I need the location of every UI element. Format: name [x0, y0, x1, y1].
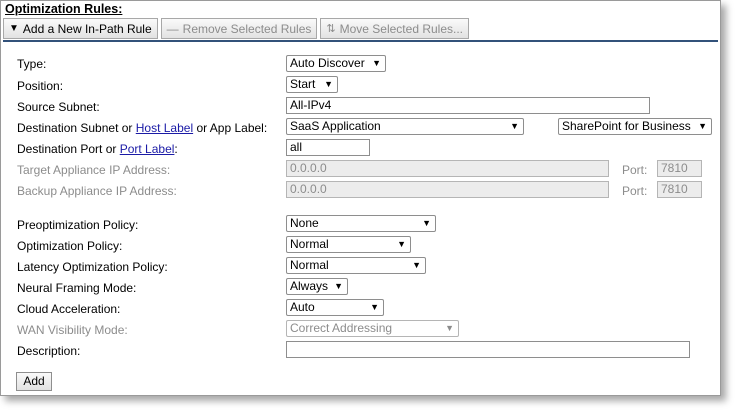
chevron-down-icon: ▼ [422, 218, 431, 228]
backup-port-label: Port: [622, 184, 648, 198]
optimization-policy-select[interactable]: Normal ▼ [286, 236, 411, 253]
neural-framing-mode-select[interactable]: Always ▼ [286, 278, 348, 295]
neural-framing-mode-value: Always [290, 279, 329, 293]
host-label-link[interactable]: Host Label [136, 121, 193, 135]
move-rules-label: Move Selected Rules... [339, 21, 464, 36]
chevron-down-icon: ▼ [324, 79, 333, 89]
destination-port-suffix: : [174, 142, 178, 156]
destination-subnet-middle: or App Label: [193, 121, 268, 135]
wan-visibility-mode-label: WAN Visibility Mode: [17, 323, 128, 337]
backup-port-input[interactable]: 7810 [657, 181, 702, 198]
move-rules-button[interactable]: ⇅ Move Selected Rules... [320, 18, 470, 39]
target-appliance-ip-input[interactable]: 0.0.0.0 [286, 160, 609, 177]
optimization-policy-label: Optimization Policy: [17, 239, 123, 253]
cloud-acceleration-select[interactable]: Auto ▼ [286, 299, 384, 316]
type-value: Auto Discover [290, 56, 365, 70]
triangle-down-icon: ▼ [9, 23, 19, 34]
optimization-rules-panel: Optimization Rules: ▼ Add a New In-Path … [0, 0, 721, 396]
wan-visibility-mode-value: Correct Addressing [290, 321, 393, 335]
app-label-value: SharePoint for Business [562, 119, 691, 133]
panel-title: Optimization Rules: [5, 2, 123, 16]
chevron-down-icon: ▼ [397, 239, 406, 249]
preoptimization-policy-value: None [290, 216, 319, 230]
source-subnet-label: Source Subnet: [17, 100, 100, 114]
description-input[interactable] [286, 341, 690, 358]
move-arrows-icon: ⇅ [326, 23, 336, 35]
latency-optimization-policy-select[interactable]: Normal ▼ [286, 257, 426, 274]
source-subnet-input[interactable]: All-IPv4 [286, 97, 650, 114]
position-select[interactable]: Start ▼ [286, 76, 338, 93]
destination-port-input[interactable]: all [286, 139, 370, 156]
preoptimization-policy-select[interactable]: None ▼ [286, 215, 436, 232]
add-button[interactable]: Add [16, 372, 52, 391]
cloud-acceleration-label: Cloud Acceleration: [17, 302, 121, 316]
destination-subnet-label: Destination Subnet or Host Label or App … [17, 121, 267, 135]
destination-subnet-prefix: Destination Subnet or [17, 121, 136, 135]
minus-icon: — [166, 21, 179, 36]
neural-framing-mode-label: Neural Framing Mode: [17, 281, 137, 295]
chevron-down-icon: ▼ [412, 260, 421, 270]
target-port-input[interactable]: 7810 [657, 160, 702, 177]
remove-rules-label: Remove Selected Rules [182, 21, 312, 36]
toolbar-divider [3, 40, 718, 42]
chevron-down-icon: ▼ [334, 281, 343, 291]
type-label: Type: [17, 57, 47, 71]
latency-optimization-policy-label: Latency Optimization Policy: [17, 260, 168, 274]
destination-port-label: Destination Port or Port Label: [17, 142, 178, 156]
port-label-link[interactable]: Port Label [120, 142, 175, 156]
chevron-down-icon: ▼ [698, 121, 707, 131]
position-value: Start [290, 77, 316, 91]
cloud-acceleration-value: Auto [290, 300, 315, 314]
wan-visibility-mode-select[interactable]: Correct Addressing ▼ [286, 320, 459, 337]
type-select[interactable]: Auto Discover ▼ [286, 55, 386, 72]
destination-subnet-select[interactable]: SaaS Application ▼ [286, 118, 524, 135]
preoptimization-policy-label: Preoptimization Policy: [17, 218, 139, 232]
remove-rules-button[interactable]: — Remove Selected Rules [160, 18, 318, 39]
backup-appliance-ip-input[interactable]: 0.0.0.0 [286, 181, 609, 198]
description-label: Description: [17, 344, 81, 358]
destination-subnet-value: SaaS Application [290, 119, 381, 133]
target-port-label: Port: [622, 163, 648, 177]
position-label: Position: [17, 79, 64, 93]
chevron-down-icon: ▼ [445, 323, 454, 333]
optimization-policy-value: Normal [290, 237, 329, 251]
chevron-down-icon: ▼ [370, 302, 379, 312]
chevron-down-icon: ▼ [372, 58, 381, 68]
add-rule-button[interactable]: ▼ Add a New In-Path Rule [3, 18, 158, 39]
app-label-select[interactable]: SharePoint for Business ▼ [558, 118, 712, 135]
chevron-down-icon: ▼ [510, 121, 519, 131]
destination-port-prefix: Destination Port or [17, 142, 120, 156]
backup-appliance-label: Backup Appliance IP Address: [17, 184, 177, 198]
latency-optimization-policy-value: Normal [290, 258, 329, 272]
target-appliance-label: Target Appliance IP Address: [17, 163, 171, 177]
add-rule-label: Add a New In-Path Rule [22, 21, 152, 36]
rules-toolbar: ▼ Add a New In-Path Rule — Remove Select… [3, 18, 470, 39]
